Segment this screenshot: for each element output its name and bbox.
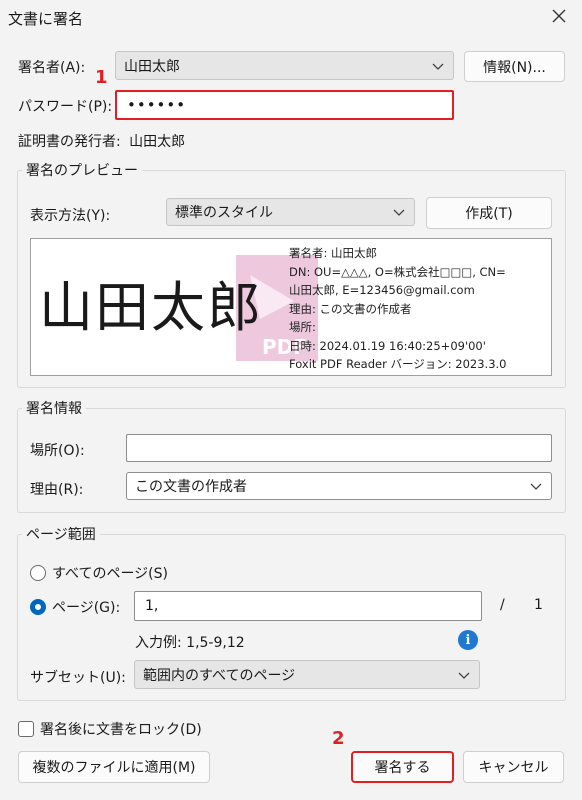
step-1-annotation: 1 <box>95 67 108 88</box>
subset-value: 範囲内のすべてのページ <box>143 667 296 684</box>
lock-checkbox[interactable] <box>18 721 34 737</box>
chevron-down-icon <box>530 483 542 490</box>
all-pages-option[interactable]: すべてのページ(S) <box>30 563 168 583</box>
chevron-down-icon <box>432 63 444 70</box>
all-pages-label: すべてのページ(S) <box>52 566 168 582</box>
password-field[interactable]: •••••• <box>115 90 454 120</box>
chevron-down-icon <box>393 209 405 216</box>
signature-details: 署名者: 山田太郎 DN: OU=△△△, O=株式会社□□□, CN= 山田太… <box>289 244 506 374</box>
sign-button[interactable]: 署名する <box>351 751 454 783</box>
subset-select[interactable]: 範囲内のすべてのページ <box>134 660 480 689</box>
pages-label: ページ(G): <box>52 600 121 616</box>
location-label: 場所(O): <box>30 443 85 459</box>
display-method-label: 表示方法(Y): <box>30 208 111 224</box>
pages-example: 入力例: 1,5-9,12 <box>135 635 245 651</box>
title-bar <box>0 0 582 36</box>
detail-line: 理由: この文書の作成者 <box>289 301 412 316</box>
detail-line: 署名者: 山田太郎 <box>289 246 378 260</box>
detail-line: 日時: 2024.01.19 16:40:25+09'00' <box>289 338 486 353</box>
reason-select[interactable]: この文書の作成者 <box>126 472 552 500</box>
display-method-value: 標準のスタイル <box>175 205 273 221</box>
pages-radio[interactable] <box>30 599 46 615</box>
subset-label: サブセット(U): <box>30 670 126 686</box>
lock-option[interactable]: 署名後に文書をロック(D) <box>18 719 202 739</box>
pages-input[interactable]: 1, <box>134 591 482 621</box>
password-label: パスワード(P): <box>18 99 113 115</box>
cancel-button[interactable]: キャンセル <box>463 751 564 783</box>
issuer-label: 証明書の発行者: <box>18 134 121 150</box>
apply-multiple-files-button[interactable]: 複数のファイルに適用(M) <box>18 751 210 783</box>
issuer-value: 山田太郎 <box>129 134 186 150</box>
reason-value: この文書の作成者 <box>135 479 247 495</box>
close-icon[interactable] <box>548 5 570 27</box>
signer-label: 署名者(A): <box>18 60 86 76</box>
pages-option[interactable]: ページ(G): <box>30 597 120 617</box>
sig-info-legend: 署名情報 <box>22 398 86 418</box>
detail-line: 場所: <box>289 320 316 334</box>
step-2-annotation: 2 <box>332 728 345 749</box>
all-pages-radio[interactable] <box>30 565 46 581</box>
issuer-row: 証明書の発行者: 山田太郎 <box>18 131 185 151</box>
detail-line: DN: OU=△△△, O=株式会社□□□, CN= <box>289 264 506 279</box>
detail-line: 山田太郎, E=123456@gmail.com <box>289 283 475 297</box>
info-icon[interactable]: i <box>458 630 478 650</box>
chevron-down-icon <box>458 672 470 679</box>
window-title: 文書に署名 <box>8 10 84 28</box>
info-button[interactable]: 情報(N)... <box>464 51 565 82</box>
total-pages: 1 <box>534 597 543 613</box>
signer-select[interactable]: 山田太郎 <box>115 51 454 80</box>
display-method-select[interactable]: 標準のスタイル <box>166 198 415 226</box>
signer-value: 山田太郎 <box>124 58 180 75</box>
signature-preview: PDF 山田太郎 署名者: 山田太郎 DN: OU=△△△, O=株式会社□□□… <box>30 238 552 376</box>
location-input[interactable] <box>126 434 552 462</box>
lock-label: 署名後に文書をロック(D) <box>40 722 202 738</box>
page-range-legend: ページ範囲 <box>22 524 100 544</box>
create-style-button[interactable]: 作成(T) <box>426 197 552 229</box>
signature-name: 山田太郎 <box>39 276 263 339</box>
preview-legend: 署名のプレビュー <box>22 160 142 180</box>
page-slash: / <box>500 597 505 613</box>
detail-line: Foxit PDF Reader バージョン: 2023.3.0 <box>289 357 507 371</box>
reason-label: 理由(R): <box>30 482 84 498</box>
